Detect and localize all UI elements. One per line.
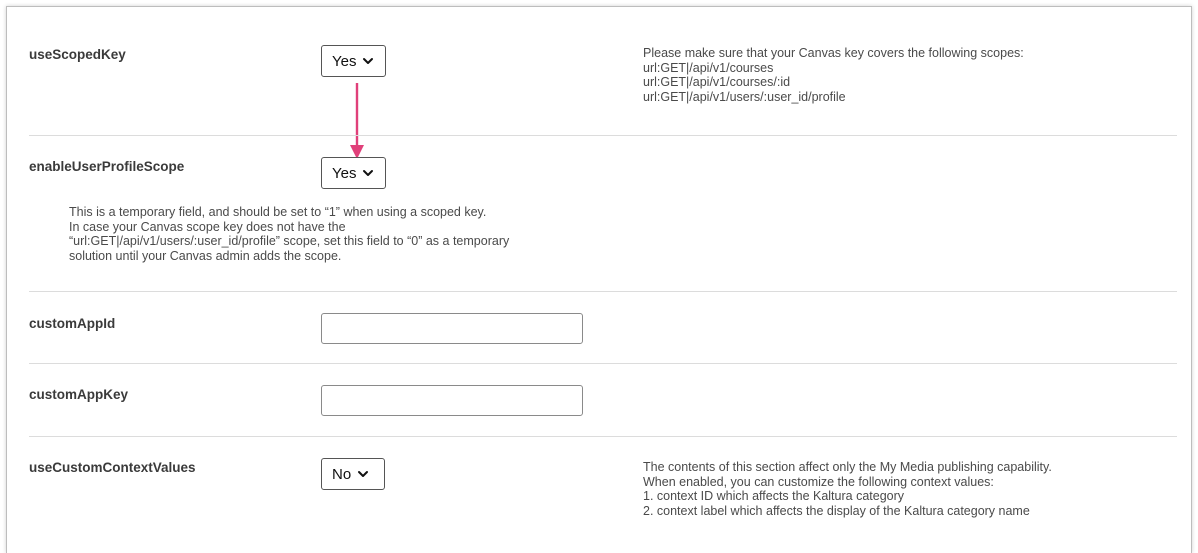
help-line: url:GET|/api/v1/users/:user_id/profile <box>643 89 846 104</box>
row-divider <box>29 363 1177 364</box>
enable-user-profile-scope-value: Yes <box>332 164 357 182</box>
custom-app-key-label: customAppKey <box>29 387 129 402</box>
use-custom-context-values-label: useCustomContextValues <box>29 460 196 475</box>
use-scoped-key-select[interactable]: Yes <box>321 45 386 77</box>
arrow-down-icon <box>350 83 364 159</box>
use-scoped-key-value: Yes <box>332 52 357 70</box>
use-custom-context-values-select[interactable]: No <box>321 458 385 490</box>
help-line: This is a temporary field, and should be… <box>69 205 487 219</box>
custom-app-key-input[interactable] <box>321 385 583 416</box>
custom-app-id-input[interactable] <box>321 313 583 344</box>
chevron-down-icon <box>363 58 374 64</box>
settings-panel: useScopedKey Yes Please make sure that y… <box>6 6 1192 553</box>
row-divider <box>29 436 1177 437</box>
help-line: The contents of this section affect only… <box>643 460 1052 474</box>
help-line: 1. context ID which affects the Kaltura … <box>643 489 905 504</box>
enable-user-profile-scope-select[interactable]: Yes <box>321 157 386 189</box>
help-line: In case your Canvas scope key does not h… <box>69 219 346 234</box>
row-divider <box>29 291 1177 292</box>
chevron-down-icon <box>363 170 374 176</box>
help-line: “url:GET|/api/v1/users/:user_id/profile”… <box>69 234 510 249</box>
help-line: url:GET|/api/v1/courses/:id <box>643 75 791 90</box>
custom-app-id-label: customAppId <box>29 316 116 331</box>
help-line: url:GET|/api/v1/courses <box>643 60 774 75</box>
row-divider <box>29 135 1177 136</box>
use-scoped-key-label: useScopedKey <box>29 47 126 62</box>
help-line: 2. context label which affects the displ… <box>643 503 1030 518</box>
use-custom-context-values-help: The contents of this section affect only… <box>643 460 1052 518</box>
use-custom-context-values-value: No <box>332 465 352 483</box>
help-line: When enabled, you can customize the foll… <box>643 474 994 489</box>
help-line: Please make sure that your Canvas key co… <box>643 46 1024 60</box>
chevron-down-icon <box>358 471 369 477</box>
enable-user-profile-scope-help: This is a temporary field, and should be… <box>69 205 509 263</box>
help-line: solution until your Canvas admin adds th… <box>69 248 342 263</box>
use-scoped-key-help: Please make sure that your Canvas key co… <box>643 46 1024 104</box>
enable-user-profile-scope-label: enableUserProfileScope <box>29 159 185 174</box>
